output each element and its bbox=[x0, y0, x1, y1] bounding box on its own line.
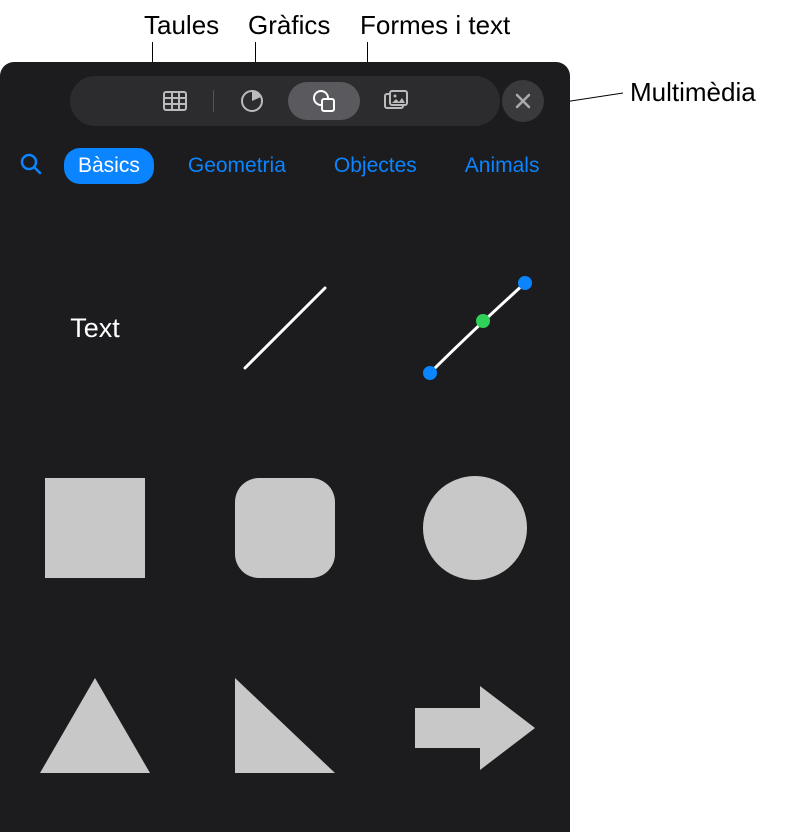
shape-curve[interactable] bbox=[380, 228, 570, 428]
close-icon bbox=[515, 93, 531, 109]
square-icon bbox=[40, 473, 150, 583]
curve-icon bbox=[410, 263, 540, 393]
table-icon bbox=[161, 87, 189, 115]
shape-triangle[interactable] bbox=[0, 628, 190, 828]
shape-line[interactable] bbox=[190, 228, 380, 428]
shapes-grid: Text bbox=[0, 198, 570, 832]
shapes-panel: Bàsics Geometria Objectes Animals Text bbox=[0, 62, 570, 832]
shape-circle[interactable] bbox=[380, 428, 570, 628]
callout-tables: Taules bbox=[144, 10, 219, 41]
right-triangle-icon bbox=[230, 673, 340, 783]
chart-icon bbox=[238, 87, 266, 115]
arrow-icon bbox=[410, 678, 540, 778]
shapes-icon bbox=[310, 87, 338, 115]
media-button[interactable] bbox=[360, 82, 432, 120]
shape-arrow[interactable] bbox=[380, 628, 570, 828]
callout-media: Multimèdia bbox=[630, 77, 756, 108]
divider bbox=[213, 90, 214, 112]
callout-charts: Gràfics bbox=[248, 10, 330, 41]
triangle-icon bbox=[35, 673, 155, 783]
insert-toolbar bbox=[70, 76, 500, 126]
shape-text[interactable]: Text bbox=[0, 228, 190, 428]
search-button[interactable] bbox=[18, 151, 44, 182]
charts-button[interactable] bbox=[216, 82, 288, 120]
tab-animals[interactable]: Animals bbox=[451, 148, 554, 184]
circle-icon bbox=[420, 473, 530, 583]
tab-geometry[interactable]: Geometria bbox=[174, 148, 300, 184]
close-button[interactable] bbox=[502, 80, 544, 122]
tab-basics[interactable]: Bàsics bbox=[64, 148, 154, 184]
shape-rounded-square[interactable] bbox=[190, 428, 380, 628]
tables-button[interactable] bbox=[139, 82, 211, 120]
media-icon bbox=[382, 87, 410, 115]
callout-shapes-text: Formes i text bbox=[360, 10, 510, 41]
shape-square[interactable] bbox=[0, 428, 190, 628]
shapes-button[interactable] bbox=[288, 82, 360, 120]
text-shape-label: Text bbox=[70, 313, 120, 344]
search-icon bbox=[18, 151, 44, 177]
category-tabs: Bàsics Geometria Objectes Animals bbox=[0, 126, 570, 198]
line-icon bbox=[230, 273, 340, 383]
rounded-square-icon bbox=[230, 473, 340, 583]
tab-objects[interactable]: Objectes bbox=[320, 148, 431, 184]
shape-right-triangle[interactable] bbox=[190, 628, 380, 828]
